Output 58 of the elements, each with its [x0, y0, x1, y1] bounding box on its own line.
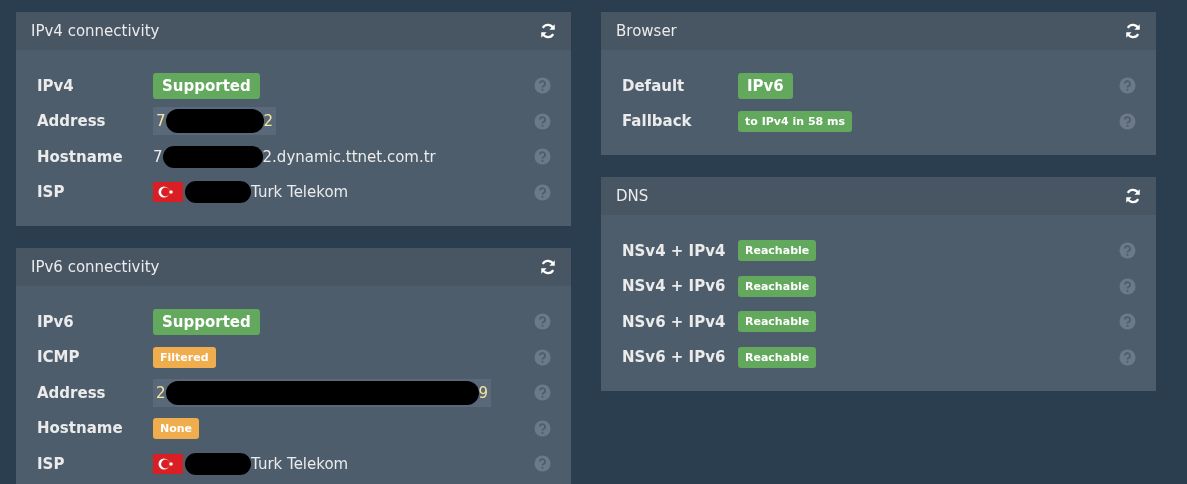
- flag-icon: [153, 182, 183, 203]
- help-icon[interactable]: [1119, 348, 1136, 366]
- status-badge: None: [153, 417, 200, 439]
- status-badge: Reachable: [738, 240, 817, 262]
- help-icon[interactable]: [534, 112, 551, 130]
- row-label: Address: [37, 383, 107, 402]
- help-icon[interactable]: [534, 348, 551, 366]
- redaction-mark: [185, 181, 251, 204]
- hostname-start: 7: [153, 147, 163, 166]
- row-label: Default: [622, 76, 686, 95]
- status-badge: Reachable: [738, 275, 817, 297]
- status-badge: IPv6: [738, 72, 793, 99]
- status-badge: to IPv4 in 58 ms: [738, 110, 853, 132]
- help-icon[interactable]: [534, 384, 551, 402]
- flag-icon: [153, 453, 183, 474]
- help-icon[interactable]: [534, 455, 551, 473]
- row-label: Hostname: [37, 147, 124, 166]
- help-icon[interactable]: [1119, 112, 1136, 130]
- help-icon[interactable]: [534, 183, 551, 201]
- help-icon[interactable]: [534, 77, 551, 95]
- refresh-icon[interactable]: [539, 258, 557, 276]
- help-icon[interactable]: [1119, 77, 1136, 95]
- redaction-mark: [185, 452, 251, 475]
- address-field: 2 9: [153, 378, 492, 407]
- row-label: NSv6 + IPv6: [622, 348, 727, 367]
- refresh-icon[interactable]: [539, 22, 557, 40]
- row-label: Fallback: [622, 112, 693, 131]
- row-label: ICMP: [37, 348, 81, 367]
- panel-title: DNS: [616, 187, 649, 205]
- help-icon[interactable]: [534, 313, 551, 331]
- help-icon[interactable]: [1119, 277, 1136, 295]
- row-label: NSv4 + IPv4: [622, 241, 727, 260]
- help-icon[interactable]: [1119, 313, 1136, 331]
- isp-name: Turk Telekom: [251, 454, 349, 473]
- status-badge: Supported: [153, 72, 260, 99]
- row-label: IPv6: [37, 312, 75, 331]
- row-label: IPv4: [37, 76, 75, 95]
- status-badge: Reachable: [738, 311, 817, 333]
- status-badge: Filtered: [153, 346, 216, 368]
- help-icon[interactable]: [1119, 242, 1136, 260]
- panel-title: IPv4 connectivity: [31, 22, 160, 40]
- panel-title: IPv6 connectivity: [31, 258, 160, 276]
- row-label: ISP: [37, 183, 66, 202]
- help-icon[interactable]: [534, 148, 551, 166]
- status-badge: Supported: [153, 308, 260, 335]
- row-label: Hostname: [37, 419, 124, 438]
- address-field: 7 2: [153, 107, 277, 136]
- help-icon[interactable]: [534, 419, 551, 437]
- refresh-icon[interactable]: [1124, 187, 1142, 205]
- status-badge: Reachable: [738, 346, 817, 368]
- row-label: Address: [37, 112, 107, 131]
- isp-name: Turk Telekom: [251, 183, 349, 202]
- hostname-text: 2.dynamic.ttnet.com.tr: [262, 147, 436, 166]
- refresh-icon[interactable]: [1124, 22, 1142, 40]
- panel-title: Browser: [616, 22, 677, 40]
- row-label: ISP: [37, 454, 66, 473]
- row-label: NSv4 + IPv6: [622, 277, 727, 296]
- row-label: NSv6 + IPv4: [622, 312, 727, 331]
